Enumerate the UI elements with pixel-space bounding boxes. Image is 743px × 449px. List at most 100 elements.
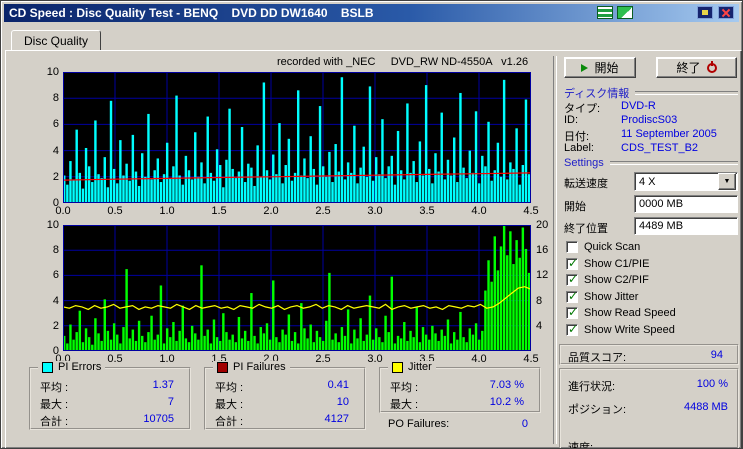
pi-failures-jitter-chart <box>63 225 531 351</box>
x-axis-tick: 4.0 <box>471 353 487 365</box>
tab-disc-quality[interactable]: Disc Quality <box>11 30 102 50</box>
info-value: ProdiscS03 <box>621 114 678 126</box>
speed-row: 速度: <box>568 439 728 449</box>
panel-title: Jitter <box>408 361 432 373</box>
speed-selected-value: 4 X <box>639 175 656 188</box>
jitter-legend: Jitter <box>388 361 436 373</box>
x-axis-tick: 1.0 <box>159 205 175 217</box>
y-axis-tick: 10 <box>46 66 59 78</box>
y-axis-tick: 4 <box>52 294 59 307</box>
check-icon: ✓ <box>568 322 579 336</box>
info-label: Label: <box>564 142 594 154</box>
end-position-field[interactable]: 4489 MB <box>634 217 738 235</box>
checkbox-box[interactable]: ✓ <box>566 322 579 336</box>
pi-failures-legend: PI Failures <box>213 361 290 373</box>
tab-label: Disc Quality <box>24 34 89 48</box>
checkbox-box[interactable]: ✓ <box>566 241 578 253</box>
checkbox-label: Show C1/PIE <box>584 258 650 270</box>
checkbox-show-read-speed[interactable]: ✓ Show Read Speed <box>566 305 738 320</box>
pi-errors-legend: PI Errors <box>38 361 106 373</box>
x-axis-tick: 2.5 <box>315 205 331 217</box>
status-value: 4488 MB <box>683 401 728 413</box>
panel-title: PI Errors <box>58 361 102 373</box>
speed-select[interactable]: 4 X ▼ <box>634 172 738 191</box>
status-box: 進行状況: 100 % ポジション: 4488 MB 速度: <box>559 368 739 449</box>
x-axis-tick: 0.5 <box>107 353 123 365</box>
stat-label: 最大 : <box>40 399 69 411</box>
checkbox-show-c2-pif[interactable]: ✓ Show C2/PIF <box>566 272 738 287</box>
pi-errors-swatch <box>42 361 53 373</box>
stat-value: 10705 <box>143 413 174 425</box>
jitter-swatch <box>392 361 403 373</box>
stat-row: 最大 : 10.2 % <box>390 396 524 411</box>
close-icon[interactable] <box>718 6 734 19</box>
checkbox-box[interactable]: ✓ <box>566 289 579 303</box>
checkbox-show-write-speed[interactable]: ✓ Show Write Speed <box>566 322 738 337</box>
title-bar[interactable]: CD Speed : Disc Quality Test - BENQ DVD … <box>4 4 739 22</box>
x-axis-tick: 3.0 <box>367 353 383 365</box>
stat-label: 合計 : <box>40 416 69 428</box>
checkbox-label: Show Read Speed <box>584 307 676 319</box>
checkbox-label: Show Write Speed <box>584 324 675 336</box>
quality-score-box: 品質スコア: 94 <box>559 344 739 365</box>
export-sheet-icon[interactable] <box>597 6 613 19</box>
stat-value: 7.03 % <box>489 379 524 391</box>
divider-line <box>635 91 738 95</box>
pi-errors-stats-box: PI Errors 平均 : 1.37 最大 : 7 合計 : 10705 <box>29 361 191 430</box>
recording-drive-info: recorded with _NEC DVD_RW ND-4550A v1.26 <box>277 56 529 68</box>
disc-info-header: ディスク情報 <box>564 85 738 101</box>
end-position-value: 4489 MB <box>639 220 684 232</box>
window-title: CD Speed : Disc Quality Test - BENQ DVD … <box>9 6 374 20</box>
y-axis-tick: 10 <box>46 219 59 231</box>
stat-row: 平均 : 1.37 <box>40 379 174 394</box>
progress-row: 進行状況: 100 % <box>568 378 728 393</box>
pi-failures-swatch <box>217 361 228 373</box>
stat-row: 合計 : 4127 <box>215 413 349 428</box>
checkbox-show-c1-pie[interactable]: ✓ Show C1/PIE <box>566 256 738 271</box>
x-axis-tick: 0.0 <box>55 205 71 217</box>
start-position-field[interactable]: 0000 MB <box>634 195 738 213</box>
y-axis-tick: 2 <box>52 170 59 183</box>
stat-value: 4127 <box>324 413 349 425</box>
chevron-down-icon[interactable]: ▼ <box>718 173 736 190</box>
settings-header: Settings <box>564 157 738 169</box>
stat-label: 平均 : <box>40 382 69 394</box>
power-exit-icon <box>706 60 717 73</box>
x-axis-tick: 1.5 <box>211 205 227 217</box>
start-button-label: 開始 <box>594 61 619 75</box>
status-value: 100 % <box>696 378 728 390</box>
quality-score-value: 94 <box>710 349 723 361</box>
stat-label: 合計 : <box>215 416 244 428</box>
pi-failures-stats-box: PI Failures 平均 : 0.41 最大 : 10 合計 : 4127 <box>204 361 366 430</box>
y-axis-tick: 2 <box>52 319 59 332</box>
stat-label: 最大 : <box>215 399 244 411</box>
status-label: ポジション: <box>568 404 627 416</box>
info-value: 11 September 2005 <box>621 128 717 140</box>
disc-label-row: Label: CDS_TEST_B2 <box>564 142 738 155</box>
check-icon: ✓ <box>568 256 579 270</box>
x-axis-tick: 3.5 <box>419 205 435 217</box>
checkbox-label: Show C2/PIF <box>584 274 649 286</box>
exit-button[interactable]: 終了 <box>656 57 737 78</box>
y-axis-tick: 6 <box>52 269 59 282</box>
status-label: 速度: <box>568 442 594 449</box>
checkbox-show-jitter[interactable]: ✓ Show Jitter <box>566 289 738 304</box>
disc-type-row: タイプ: DVD-R <box>564 100 738 115</box>
save-report-icon[interactable] <box>617 6 633 19</box>
x-axis-tick: 4.5 <box>523 353 539 365</box>
checkbox-box[interactable]: ✓ <box>566 256 579 270</box>
start-position-value: 0000 MB <box>639 198 684 210</box>
y-axis-tick: 6 <box>52 118 59 131</box>
info-value: CDS_TEST_B2 <box>621 142 699 154</box>
pi-errors-chart <box>63 72 531 203</box>
stat-value: 0.41 <box>327 379 349 391</box>
check-icon: ✓ <box>568 289 579 303</box>
window-menu-button[interactable] <box>697 6 713 19</box>
checkbox-quick-scan[interactable]: ✓ Quick Scan <box>566 240 738 254</box>
start-button[interactable]: 開始 <box>564 57 636 78</box>
x-axis-tick: 2.5 <box>315 353 331 365</box>
panel-title: PI Failures <box>233 361 286 373</box>
vertical-divider <box>553 56 557 444</box>
checkbox-box[interactable]: ✓ <box>566 305 578 319</box>
checkbox-box[interactable]: ✓ <box>566 272 578 286</box>
